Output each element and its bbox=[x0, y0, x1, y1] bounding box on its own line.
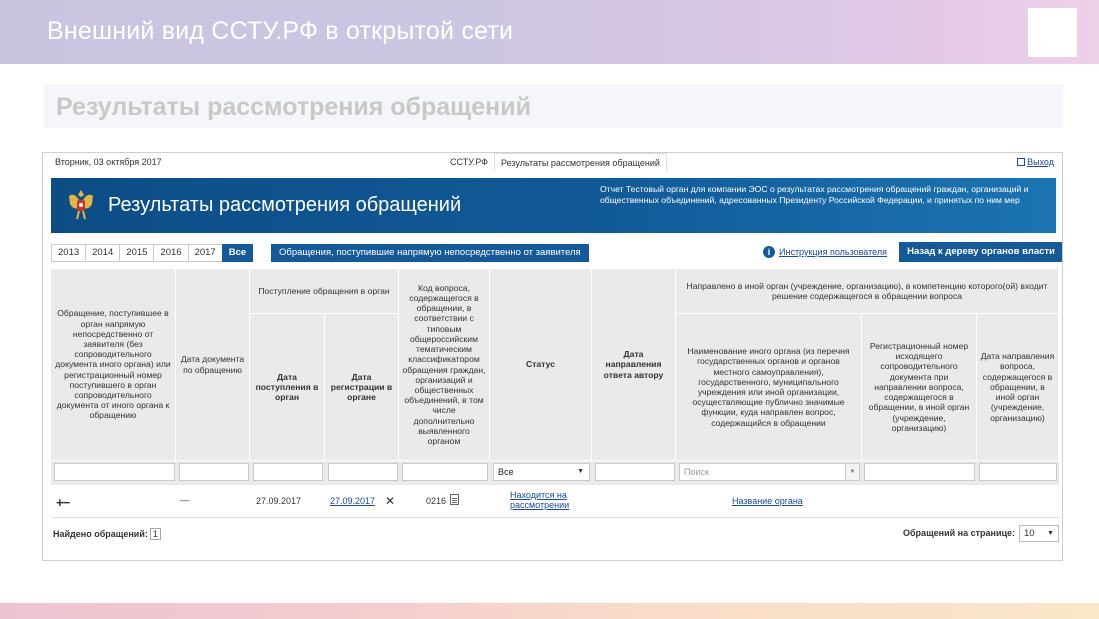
banner-title: Результаты рассмотрения обращений bbox=[108, 194, 462, 216]
page-banner: Результаты рассмотрения обращений Отчет … bbox=[51, 178, 1056, 233]
slide-subtitle-bar: Результаты рассмотрения обращений bbox=[44, 84, 1063, 128]
dropdown-arrow-icon[interactable]: ▼ bbox=[845, 464, 859, 480]
per-page-select[interactable]: 10 bbox=[1019, 525, 1059, 542]
year-tab-2017[interactable]: 2017 bbox=[187, 244, 222, 262]
logout-icon bbox=[1017, 158, 1026, 166]
header-receipt-date: Дата поступления в орган bbox=[250, 314, 325, 461]
header-organ-name-label: Наименование иного органа (из перечня го… bbox=[687, 346, 850, 428]
slide-decor-square bbox=[1028, 8, 1077, 57]
header-status: Статус bbox=[490, 269, 592, 461]
browser-screenshot: Вторник, 03 октября 2017 ССТУ.РФ Результ… bbox=[42, 152, 1063, 561]
breadcrumb-site[interactable]: ССТУ.РФ bbox=[450, 157, 488, 167]
filter-code-input[interactable] bbox=[402, 463, 488, 481]
year-tabs: 2013 2014 2015 2016 2017 Все bbox=[51, 244, 254, 262]
filter-organ-search[interactable]: Поиск ▼ bbox=[679, 463, 860, 481]
header-receipt-group-label: Поступление обращения в орган bbox=[258, 285, 390, 296]
row-receipt-date: 27.09.2017 bbox=[256, 496, 302, 506]
filter-doc-date-input[interactable] bbox=[179, 463, 249, 481]
found-count-value: 1 bbox=[149, 528, 161, 540]
row-status-link[interactable]: Находится на рассмотрении bbox=[510, 490, 590, 510]
header-appeal-label: Обращение, поступившее в орган напрямую … bbox=[55, 308, 171, 421]
slide-footer-band bbox=[0, 603, 1099, 619]
row-question-code: 0216 bbox=[426, 496, 447, 506]
coat-of-arms-icon bbox=[69, 190, 93, 220]
header-doc-date-label: Дата документа по обращению bbox=[180, 354, 245, 375]
header-organ-name: Наименование иного органа (из перечня го… bbox=[676, 314, 862, 461]
per-page-label: Обращений на странице: bbox=[903, 528, 1016, 538]
row-organ-link[interactable]: Название органа bbox=[732, 496, 803, 506]
filter-status-select[interactable]: Все bbox=[493, 463, 590, 481]
filter-receipt-date-input[interactable] bbox=[253, 463, 323, 481]
slide-subtitle: Результаты рассмотрения обращений bbox=[56, 93, 532, 121]
breadcrumb-current-page: Результаты рассмотрения обращений bbox=[494, 153, 667, 171]
header-redirect-group-label: Направлено в иной орган (учреждение, орг… bbox=[686, 280, 1048, 301]
header-receipt-group: Поступление обращения в орган bbox=[250, 269, 399, 314]
filter-reply-date-input[interactable] bbox=[595, 463, 675, 481]
slide-header: Внешний вид ССТУ.РФ в открытой сети bbox=[0, 0, 1099, 64]
filter-redirect-date-input[interactable] bbox=[979, 463, 1057, 481]
header-reg-date: Дата регистрации в органе bbox=[325, 314, 399, 461]
year-tab-2015[interactable]: 2015 bbox=[119, 244, 154, 262]
filter-organ-placeholder: Поиск bbox=[684, 467, 709, 477]
logout-label: Выход bbox=[1027, 157, 1054, 167]
header-redirect-date-label: Дата направления вопроса, содержащегося … bbox=[980, 351, 1055, 423]
year-tab-2016[interactable]: 2016 bbox=[153, 244, 188, 262]
header-question-code: Код вопроса, содержащегося в обращении, … bbox=[399, 269, 490, 461]
user-manual-label: Инструкция пользователя bbox=[779, 247, 887, 257]
table-row: +− — 27.09.2017 27.09.2017 ✕ 0216 Находи… bbox=[51, 485, 1059, 518]
header-receipt-date-label: Дата поступления в орган bbox=[255, 371, 319, 403]
year-tab-2013[interactable]: 2013 bbox=[51, 244, 86, 262]
header-doc-date: Дата документа по обращению bbox=[176, 269, 250, 461]
filter-appeal-input[interactable] bbox=[54, 463, 175, 481]
header-reg-date-label: Дата регистрации в органе bbox=[330, 371, 393, 403]
year-tab-2014[interactable]: 2014 bbox=[85, 244, 120, 262]
found-label: Найдено обращений: bbox=[53, 529, 148, 539]
header-redirect-date: Дата направления вопроса, содержащегося … bbox=[977, 314, 1059, 461]
year-tab-all[interactable]: Все bbox=[221, 244, 254, 262]
header-reply-date: Дата направления ответа автору bbox=[592, 269, 676, 461]
remove-icon[interactable]: ✕ bbox=[385, 494, 395, 508]
found-count: Найдено обращений: 1 bbox=[53, 528, 161, 540]
results-table: Обращение, поступившее в орган напрямую … bbox=[51, 269, 1059, 518]
info-icon: i bbox=[763, 246, 775, 258]
header-reply-date-label: Дата направления ответа автору bbox=[603, 349, 664, 380]
back-to-tree-button[interactable]: Назад к дереву органов власти bbox=[899, 242, 1062, 262]
header-redirect-group: Направлено в иной орган (учреждение, орг… bbox=[676, 269, 1059, 314]
header-appeal: Обращение, поступившее в орган напрямую … bbox=[51, 269, 176, 461]
logout-link[interactable]: Выход bbox=[1017, 157, 1054, 167]
slide-title: Внешний вид ССТУ.РФ в открытой сети bbox=[47, 17, 514, 45]
header-question-code-label: Код вопроса, содержащегося в обращении, … bbox=[402, 282, 486, 446]
banner-description: Отчет Тестовый орган для компании ЭОС о … bbox=[600, 184, 1029, 205]
row-doc-date: — bbox=[180, 495, 189, 505]
top-bar: Вторник, 03 октября 2017 ССТУ.РФ Результ… bbox=[43, 153, 1062, 171]
current-date: Вторник, 03 октября 2017 bbox=[55, 157, 162, 167]
document-icon[interactable] bbox=[450, 494, 459, 505]
user-manual-link[interactable]: i Инструкция пользователя bbox=[763, 246, 887, 258]
row-reg-date-link[interactable]: 27.09.2017 bbox=[330, 496, 375, 506]
direct-appeals-filter-button[interactable]: Обращения, поступившие напрямую непосред… bbox=[271, 244, 589, 262]
filter-reg-date-input[interactable] bbox=[328, 463, 398, 481]
filter-outgoing-reg-input[interactable] bbox=[864, 463, 975, 481]
header-status-label: Статус bbox=[526, 359, 555, 370]
expand-collapse-icon[interactable]: +− bbox=[56, 495, 70, 510]
header-outgoing-reg-label: Регистрационный номер исходящего сопрово… bbox=[868, 341, 970, 433]
header-outgoing-reg: Регистрационный номер исходящего сопрово… bbox=[862, 314, 977, 461]
